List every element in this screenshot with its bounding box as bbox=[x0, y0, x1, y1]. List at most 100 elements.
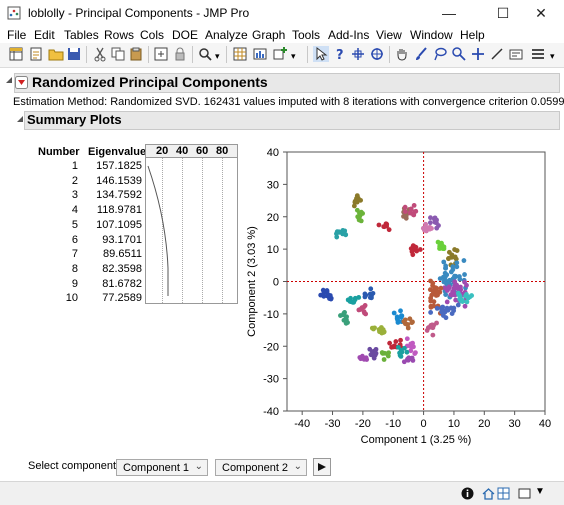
new-script-icon[interactable] bbox=[28, 46, 44, 62]
search-icon[interactable] bbox=[197, 46, 213, 62]
chevron-down-icon: ⌄ bbox=[194, 461, 203, 472]
menu-analyze[interactable]: Analyze bbox=[205, 28, 248, 42]
score-point bbox=[412, 351, 418, 356]
lasso-icon[interactable] bbox=[432, 46, 448, 62]
score-point bbox=[441, 259, 447, 265]
menu-doe[interactable]: DOE bbox=[172, 28, 198, 42]
score-point bbox=[409, 319, 415, 325]
score-point bbox=[373, 350, 379, 356]
menu-help[interactable]: Help bbox=[460, 28, 485, 42]
cut-icon[interactable] bbox=[92, 46, 108, 62]
title-bar: loblolly - Principal Components - JMP Pr… bbox=[0, 0, 564, 27]
score-point bbox=[371, 326, 376, 332]
y-tick-label: 30 bbox=[267, 179, 279, 191]
target-icon[interactable] bbox=[369, 46, 385, 62]
paste-icon[interactable] bbox=[128, 46, 144, 62]
minimize-button[interactable]: — bbox=[426, 0, 472, 27]
list-menu-icon[interactable] bbox=[530, 46, 546, 62]
score-point bbox=[464, 282, 469, 288]
toolbar-separator bbox=[389, 46, 390, 63]
close-button[interactable]: ✕ bbox=[518, 0, 564, 27]
score-point bbox=[342, 228, 348, 234]
score-point bbox=[434, 320, 439, 326]
component-1-dropdown[interactable]: Component 1 ⌄ bbox=[116, 459, 208, 476]
score-point bbox=[344, 314, 349, 320]
magnifier-icon[interactable] bbox=[451, 46, 467, 62]
component-1-value: Component 1 bbox=[123, 462, 190, 474]
help-icon[interactable]: ? bbox=[332, 46, 348, 62]
home-icon[interactable] bbox=[482, 487, 495, 500]
y-tick-label: 10 bbox=[267, 244, 279, 256]
brush-icon[interactable] bbox=[413, 46, 429, 62]
y-tick-label: 40 bbox=[267, 147, 279, 159]
grid-icon[interactable] bbox=[497, 487, 510, 500]
score-point bbox=[381, 329, 387, 335]
eigenvalue-cell: 81.6782 bbox=[102, 277, 142, 290]
score-point bbox=[439, 305, 445, 311]
chevron-down-icon[interactable]: ▾ bbox=[291, 51, 296, 62]
new-data-table-icon[interactable] bbox=[8, 46, 24, 62]
eigen-number-cell: 6 bbox=[71, 233, 78, 246]
menu-window[interactable]: Window bbox=[410, 28, 453, 42]
score-point bbox=[361, 304, 367, 310]
component-2-dropdown[interactable]: Component 2 ⌄ bbox=[215, 459, 307, 476]
menu-view[interactable]: View bbox=[376, 28, 402, 42]
score-point bbox=[457, 274, 462, 279]
chevron-down-icon[interactable]: ▾ bbox=[550, 51, 555, 62]
report-icon[interactable] bbox=[252, 46, 268, 62]
menu-edit[interactable]: Edit bbox=[34, 28, 55, 42]
lock-icon[interactable] bbox=[172, 46, 188, 62]
window-layout-icon[interactable] bbox=[518, 487, 531, 500]
open-folder-icon[interactable] bbox=[48, 46, 64, 62]
save-icon[interactable] bbox=[66, 46, 82, 62]
chevron-down-icon[interactable]: ▼ bbox=[535, 486, 545, 497]
score-point bbox=[386, 227, 392, 233]
score-plot-svg[interactable]: -40 -30 -20 -10 0 10 20 30 40 40 30 20 10 0 -10 -20 -30 -… bbox=[240, 140, 560, 450]
score-point bbox=[451, 275, 457, 281]
arrow-tool-icon[interactable] bbox=[313, 46, 329, 62]
copy-icon[interactable] bbox=[110, 46, 126, 62]
add-table-icon[interactable] bbox=[272, 46, 288, 62]
x-axis-label: Component 1 (3.25 %) bbox=[361, 434, 472, 446]
next-component-button[interactable] bbox=[313, 458, 331, 476]
score-point bbox=[451, 286, 457, 291]
chevron-down-icon[interactable]: ▾ bbox=[215, 51, 220, 62]
score-point bbox=[455, 290, 461, 296]
line-tool-icon[interactable] bbox=[489, 46, 505, 62]
annotation-icon[interactable] bbox=[508, 46, 524, 62]
hand-icon[interactable] bbox=[394, 46, 410, 62]
journal-icon[interactable] bbox=[153, 46, 169, 62]
score-point bbox=[428, 310, 434, 315]
menu-cols[interactable]: Cols bbox=[140, 28, 164, 42]
x-tick-label: -40 bbox=[294, 418, 310, 430]
red-triangle-menu-icon[interactable] bbox=[15, 76, 28, 89]
data-grid-icon[interactable] bbox=[232, 46, 248, 62]
disclosure-triangle-icon[interactable] bbox=[5, 76, 13, 84]
score-point bbox=[427, 220, 433, 226]
score-point bbox=[354, 196, 359, 201]
score-point bbox=[455, 302, 461, 308]
score-point bbox=[402, 204, 408, 210]
score-point bbox=[452, 254, 458, 260]
score-point bbox=[463, 293, 468, 299]
score-point bbox=[446, 249, 452, 255]
menu-graph[interactable]: Graph bbox=[252, 28, 285, 42]
menu-rows[interactable]: Rows bbox=[104, 28, 134, 42]
y-tick-label: -10 bbox=[263, 309, 279, 321]
score-point bbox=[462, 272, 467, 277]
summary-plots-header[interactable]: Summary Plots bbox=[24, 111, 560, 130]
menu-tables[interactable]: Tables bbox=[64, 28, 99, 42]
disclosure-triangle-icon[interactable] bbox=[16, 115, 24, 123]
score-point bbox=[356, 217, 362, 223]
info-icon[interactable] bbox=[461, 487, 474, 500]
report-outline-header[interactable]: Randomized Principal Components bbox=[14, 73, 560, 93]
crosshair-icon[interactable] bbox=[350, 46, 366, 62]
plus-icon[interactable] bbox=[470, 46, 486, 62]
menu-add-ins[interactable]: Add-Ins bbox=[328, 28, 369, 42]
score-point bbox=[467, 294, 473, 300]
menu-tools[interactable]: Tools bbox=[292, 28, 320, 42]
score-point bbox=[376, 327, 382, 332]
menu-file[interactable]: File bbox=[7, 28, 26, 42]
score-point bbox=[443, 265, 448, 271]
score-point bbox=[444, 299, 450, 305]
